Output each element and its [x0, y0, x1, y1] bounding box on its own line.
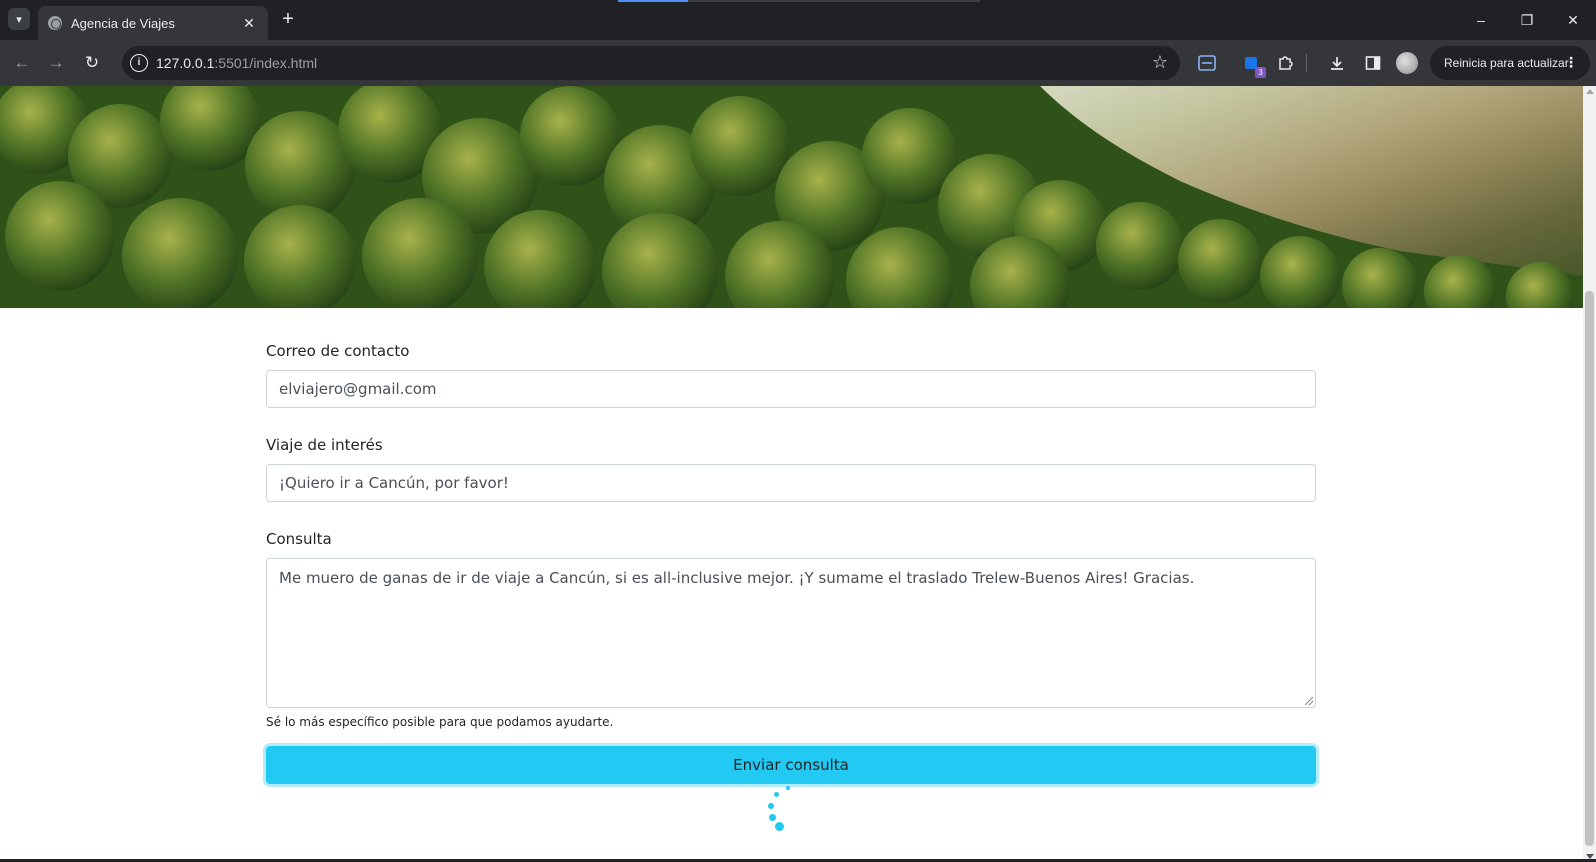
back-button[interactable]: ← [10, 51, 34, 75]
contact-form: Correo de contacto elviajero@gmail.com V… [266, 342, 1316, 784]
reload-button[interactable]: ↻ [80, 51, 104, 75]
chevron-down-icon[interactable]: ▾ [8, 8, 30, 30]
puzzle-icon[interactable] [1274, 52, 1296, 74]
browser-toolbar: ← → ↻ i 127.0.0.1:5501/index.html ☆ 3 Re… [0, 40, 1596, 86]
puzzle-shape [1279, 56, 1293, 70]
query-textarea[interactable]: Me muero de ganas de ir de viaje a Cancú… [266, 558, 1316, 708]
trip-field[interactable]: ¡Quiero ir a Cancún, por favor! [266, 464, 1316, 502]
loading-track [688, 0, 980, 2]
side-panel-icon[interactable] [1362, 52, 1384, 74]
address-bar[interactable]: i 127.0.0.1:5501/index.html ☆ [122, 46, 1180, 80]
spinner-dot [774, 792, 779, 797]
resize-handle[interactable] [1305, 697, 1313, 705]
url-host: 127.0.0.1 [156, 55, 215, 71]
close-window-button[interactable]: ✕ [1550, 0, 1596, 40]
trip-group: Viaje de interés ¡Quiero ir a Cancún, po… [266, 436, 1316, 502]
query-help-text: Sé lo más específico posible para que po… [266, 715, 614, 729]
spinner-dot [768, 803, 774, 809]
scroll-up-arrow[interactable] [1586, 89, 1594, 94]
reload-icon: ↻ [84, 53, 100, 72]
hero-forest [0, 86, 1583, 308]
toolbar-divider [1306, 54, 1307, 72]
url-path: :5501/index.html [214, 55, 318, 71]
close-icon[interactable]: ✕ [240, 15, 258, 32]
page-loading-indicator [618, 0, 688, 2]
extension-count-badge: 3 [1255, 67, 1266, 78]
restore-button[interactable]: ❐ [1504, 0, 1550, 40]
query-label: Consulta [266, 530, 332, 548]
download-icon[interactable] [1326, 52, 1348, 74]
spinner-dot [775, 822, 784, 831]
url-text: 127.0.0.1:5501/index.html [156, 55, 317, 71]
email-group: Correo de contacto elviajero@gmail.com [266, 342, 1316, 408]
minimize-button[interactable]: – [1458, 0, 1504, 40]
update-button-label: Reinicia para actualizar [1444, 56, 1569, 70]
scroll-thumb[interactable] [1585, 291, 1594, 846]
hero-image [0, 86, 1583, 308]
tab-title: Agencia de Viajes [71, 15, 175, 31]
spinner-dot [786, 786, 790, 790]
email-field[interactable]: elviajero@gmail.com [266, 370, 1316, 408]
submit-button[interactable]: Enviar consulta [266, 746, 1316, 784]
tab-strip: ▾ Agencia de Viajes ✕ + – ❐ ✕ [0, 0, 1596, 40]
spinner-dot [769, 814, 776, 821]
window-controls: – ❐ ✕ [1458, 0, 1596, 40]
download-shape [1331, 57, 1343, 70]
avatar[interactable] [1396, 52, 1418, 74]
info-icon[interactable]: i [130, 54, 148, 72]
globe-icon [48, 16, 62, 30]
query-text: Me muero de ganas de ir de viaje a Cancú… [279, 569, 1195, 587]
star-icon[interactable]: ☆ [1152, 52, 1168, 73]
loading-spinner-icon [764, 786, 798, 832]
forward-button[interactable]: → [44, 51, 68, 75]
email-label: Correo de contacto [266, 342, 410, 360]
extension-screen-icon [1198, 55, 1216, 71]
update-button[interactable]: Reinicia para actualizar ⋮ [1430, 46, 1590, 80]
trip-label: Viaje de interés [266, 436, 383, 454]
browser-tab[interactable]: Agencia de Viajes ✕ [38, 6, 268, 40]
more-vertical-icon[interactable]: ⋮ [1564, 54, 1578, 71]
extension-icon[interactable] [1196, 52, 1218, 74]
new-tab-button[interactable]: + [276, 8, 300, 32]
arrow-right-icon: → [47, 53, 65, 72]
arrow-left-icon: ← [13, 53, 31, 72]
page-viewport: Correo de contacto elviajero@gmail.com V… [0, 86, 1596, 862]
vertical-scrollbar[interactable] [1583, 86, 1596, 862]
side-panel-shape [1365, 56, 1381, 70]
query-group: Consulta Me muero de ganas de ir de viaj… [266, 530, 1316, 729]
extension-badge-icon[interactable]: 3 [1240, 52, 1266, 78]
